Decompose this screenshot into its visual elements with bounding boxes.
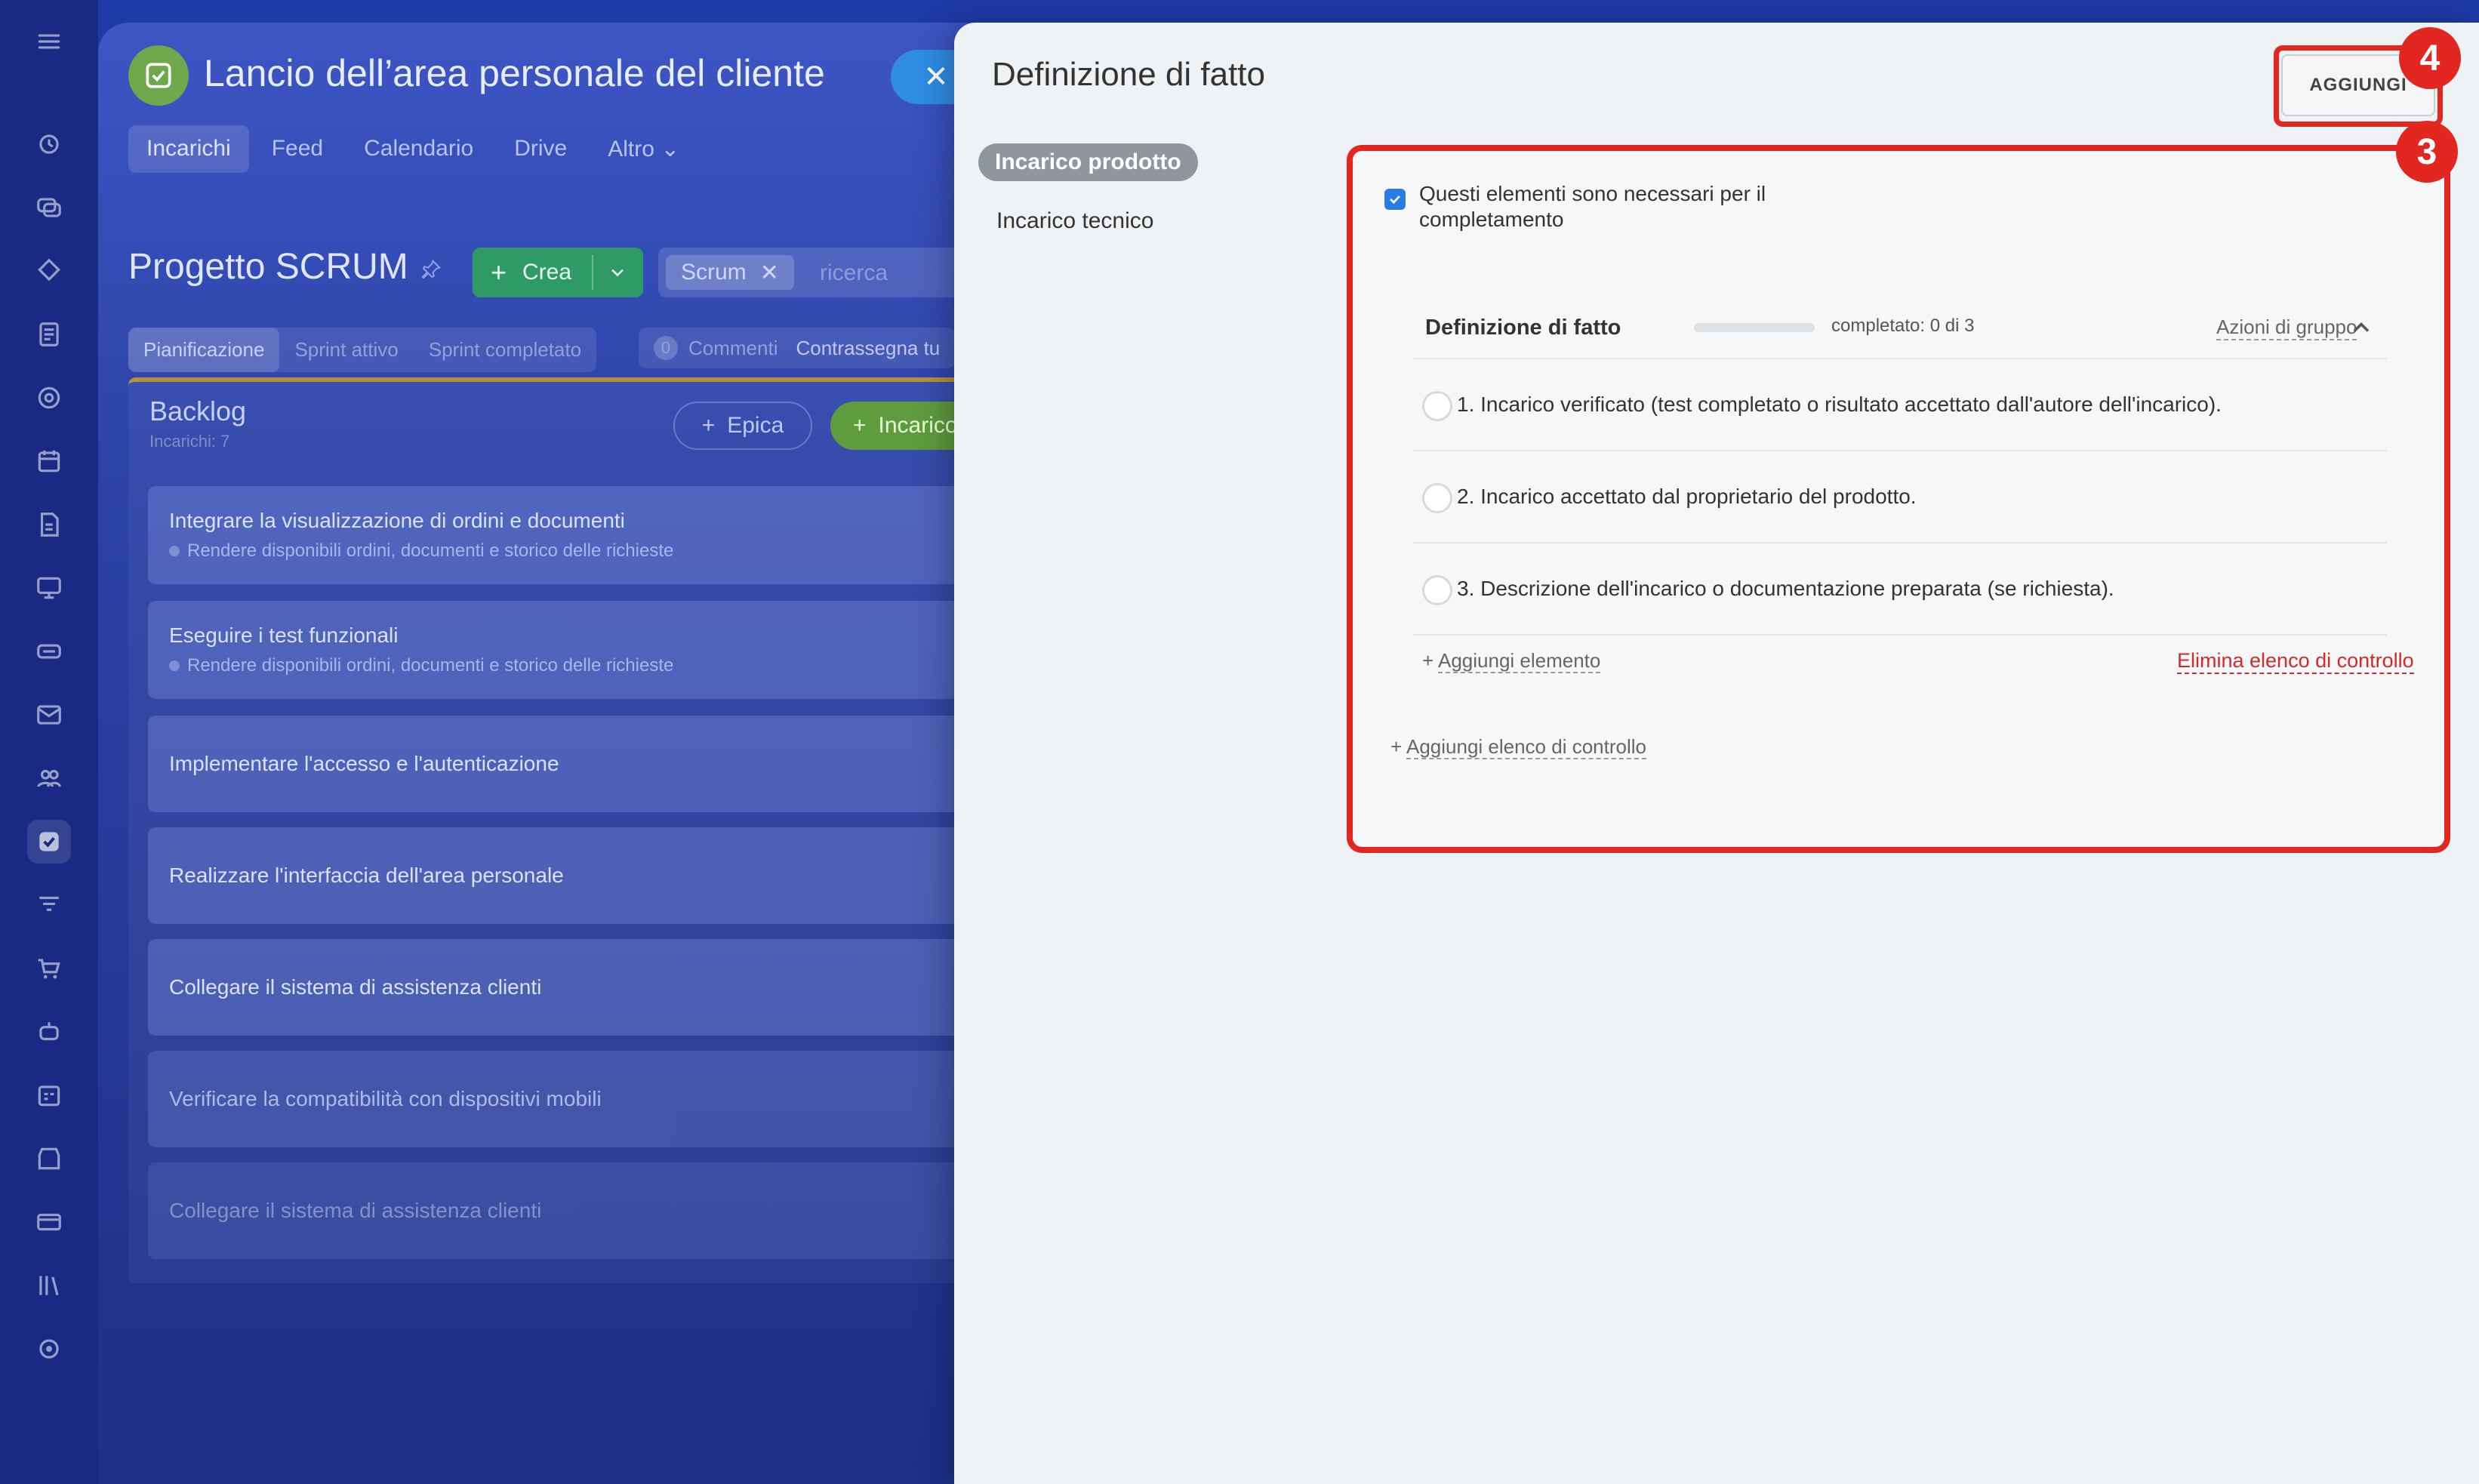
card-icon[interactable] (27, 1200, 71, 1244)
close-icon: ✕ (923, 60, 949, 94)
left-sidebar (0, 0, 98, 1484)
tab-sprint-attivo[interactable]: Sprint attivo (279, 328, 413, 372)
backlog-title: Backlog (149, 396, 247, 426)
task-card[interactable]: Implementare l'accesso e l'autenticazion… (148, 716, 1034, 812)
plus-icon: + (701, 413, 716, 438)
checklist-header: Definizione di fatto completato: 0 di 3 … (1413, 300, 2387, 359)
checklist-item: 3. Descrizione dell'incarico o documenta… (1413, 543, 2387, 636)
target-icon[interactable] (27, 376, 71, 420)
tab-feed[interactable]: Feed (254, 125, 341, 173)
app-title: Lancio dell’area personale del cliente (204, 52, 825, 94)
pin-icon[interactable] (420, 258, 442, 285)
checklist-progress-bar (1694, 323, 1815, 332)
tab-calendario[interactable]: Calendario (346, 125, 491, 173)
drive-icon[interactable] (27, 630, 71, 673)
menu-icon[interactable] (27, 20, 71, 63)
checkmark-icon (1390, 195, 1400, 205)
backlog-section: Backlog Incarichi: 7 + Epica + Incarico … (128, 377, 1034, 1283)
activity-icon[interactable] (27, 122, 71, 166)
project-title: Progetto SCRUM (128, 247, 408, 287)
add-checklist-link[interactable]: + Aggiungi elenco di controllo (1390, 735, 1646, 759)
filter-tag[interactable]: Scrum ✕ (666, 255, 794, 290)
tab-incarichi[interactable]: Incarichi (128, 125, 249, 173)
panel-title: Definizione di fatto (992, 56, 1265, 93)
definition-of-done-panel: Definizione di fatto AGGIUNGI 4 Incarico… (954, 23, 2479, 1484)
feed-icon[interactable] (27, 249, 71, 293)
comments-count: 0 (654, 336, 678, 360)
robot-icon[interactable] (27, 1010, 71, 1054)
store-icon[interactable] (27, 1137, 71, 1181)
add-epic-button[interactable]: + Epica (673, 402, 812, 450)
task-card[interactable]: Collegare il sistema di assistenza clien… (148, 939, 1034, 1036)
group-actions-link[interactable]: Azioni di gruppo (2216, 316, 2357, 340)
checklist-title[interactable]: Definizione di fatto (1425, 316, 1621, 340)
search-placeholder: ricerca (820, 260, 888, 285)
file-icon[interactable] (27, 503, 71, 546)
view-tabs: Pianificazione Sprint attivo Sprint comp… (128, 328, 597, 372)
schedule-icon[interactable] (27, 1073, 71, 1117)
tasks-icon[interactable] (27, 820, 71, 864)
background-app: Lancio dell’area personale del cliente ✕… (98, 23, 1034, 1484)
chevron-down-icon[interactable] (607, 258, 628, 293)
item-checkbox[interactable] (1422, 483, 1452, 513)
top-tabs: Incarichi Feed Calendario Drive Altro ⌄ (128, 125, 698, 173)
contacts-icon[interactable] (27, 756, 71, 800)
item-checkbox[interactable] (1422, 391, 1452, 421)
tab-incarico-tecnico[interactable]: Incarico tecnico (996, 208, 1153, 234)
item-checkbox[interactable] (1422, 575, 1452, 605)
create-button[interactable]: + Crea (473, 248, 643, 297)
task-card[interactable]: Verificare la compatibilità con disposit… (148, 1051, 1034, 1147)
settings-icon[interactable] (27, 1327, 71, 1371)
presentation-icon[interactable] (27, 566, 71, 610)
task-card[interactable]: Realizzare l'interfaccia dell'area perso… (148, 827, 1034, 924)
mail-icon[interactable] (27, 693, 71, 737)
chat-icon[interactable] (27, 186, 71, 229)
chevron-up-icon[interactable] (2348, 314, 2375, 345)
tab-altro[interactable]: Altro ⌄ (590, 125, 698, 173)
required-label: Questi elementi sono necessari per il co… (1419, 182, 1766, 231)
checklist-status: completato: 0 di 3 (1831, 316, 1975, 336)
tab-drive[interactable]: Drive (496, 125, 585, 173)
task-card[interactable]: Collegare il sistema di assistenza clien… (148, 1162, 1034, 1259)
required-checkbox[interactable] (1384, 189, 1406, 210)
library-icon[interactable] (27, 1264, 71, 1307)
tab-incarico-prodotto[interactable]: Incarico prodotto (978, 143, 1198, 181)
tab-pianificazione[interactable]: Pianificazione (128, 328, 280, 372)
checklist-item: 2. Incarico accettato dal proprietario d… (1413, 451, 2387, 543)
task-card[interactable]: Eseguire i test funzionali Rendere dispo… (148, 601, 1034, 699)
calendar-icon[interactable] (27, 439, 71, 483)
comments-filter[interactable]: 0 Commenti Contrassegna tu (639, 328, 956, 368)
tab-sprint-completato[interactable]: Sprint completato (414, 328, 596, 372)
cart-icon[interactable] (27, 947, 71, 990)
plus-icon: + (491, 257, 507, 288)
step-badge: 4 (2399, 27, 2461, 89)
task-card[interactable]: Integrare la visualizzazione di ordini e… (148, 486, 1034, 584)
filter-icon[interactable] (27, 883, 71, 927)
add-item-link[interactable]: + Aggiungi elemento (1422, 649, 1601, 673)
delete-checklist-link[interactable]: Elimina elenco di controllo (2177, 649, 2414, 674)
checklist-item: 1. Incarico verificato (test completato … (1413, 359, 2387, 451)
plus-icon: + (853, 413, 867, 438)
documents-icon[interactable] (27, 313, 71, 356)
checklist-editor: Questi elementi sono necessari per il co… (1353, 151, 2444, 847)
project-logo-icon (128, 45, 189, 106)
step-badge: 3 (2396, 121, 2458, 183)
backlog-count: Incarichi: 7 (149, 432, 230, 451)
remove-tag-icon[interactable]: ✕ (760, 260, 779, 286)
